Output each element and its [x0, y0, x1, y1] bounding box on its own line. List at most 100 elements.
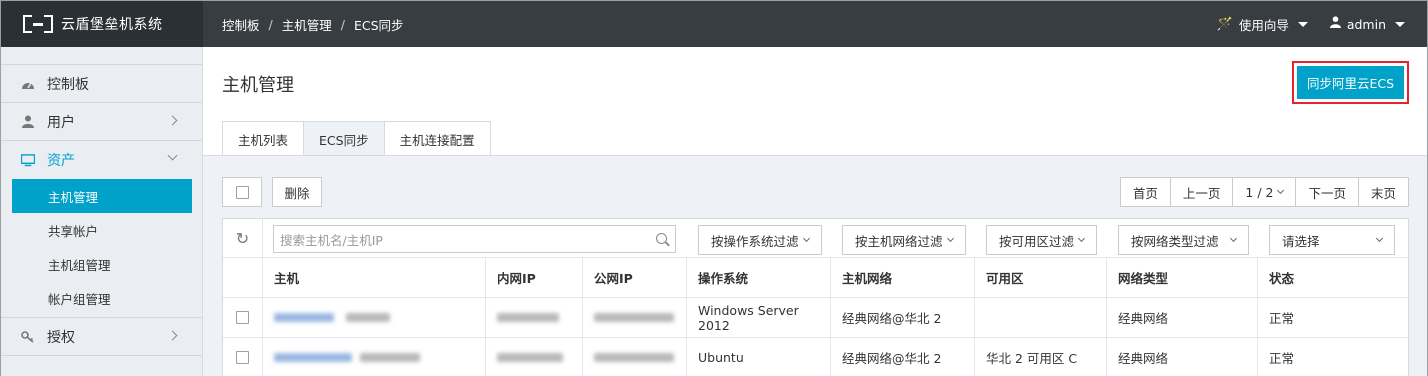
- sidebar-subitem-shared-accounts[interactable]: 共享帐户: [1, 213, 202, 247]
- breadcrumb: 控制板 / 主机管理 / ECS同步: [222, 1, 404, 47]
- sidebar-item-authorization[interactable]: 授权: [1, 318, 202, 356]
- tab-host-list[interactable]: 主机列表: [222, 121, 305, 156]
- column-header-network-type[interactable]: 网络类型: [1107, 258, 1258, 297]
- chevron-down-icon: [167, 150, 178, 161]
- host-name-cell[interactable]: [263, 338, 486, 376]
- network-type-cell: 经典网络: [1107, 298, 1258, 337]
- host-table: ↻ 搜索主机名/主机IP 按操作系统过滤 按主机网络过滤 按可用区过滤 按网络类…: [222, 218, 1409, 376]
- os-cell: Ubuntu: [687, 338, 831, 376]
- app-logo[interactable]: 云盾堡垒机系统: [1, 1, 203, 47]
- filter-network-label: 按主机网络过滤: [855, 233, 943, 249]
- filter-status-select[interactable]: 请选择: [1269, 225, 1395, 255]
- tab-bar: 主机列表 ECS同步 主机连接配置: [222, 121, 491, 156]
- os-cell: Windows Server 2012: [687, 298, 831, 337]
- chevron-down-icon: [1077, 234, 1086, 243]
- chevron-right-icon: [167, 115, 178, 126]
- sidebar-subitem-host-management[interactable]: 主机管理: [12, 179, 192, 213]
- filter-network-type-dropdown[interactable]: 按网络类型过滤: [1118, 225, 1249, 255]
- pager-first-button[interactable]: 首页: [1119, 177, 1171, 207]
- sidebar-item-assets[interactable]: 资产: [1, 141, 202, 179]
- chevron-down-icon: [946, 234, 955, 243]
- public-ip-cell: [583, 298, 687, 337]
- status-cell: 正常: [1269, 311, 1295, 326]
- zone-cell: 华北 2 可用区 C: [975, 338, 1107, 376]
- pager-page-label: 1 / 2: [1245, 184, 1274, 200]
- row-checkbox[interactable]: [236, 351, 249, 364]
- breadcrumb-item-host-management[interactable]: 主机管理: [282, 15, 332, 34]
- filter-row: ↻ 搜索主机名/主机IP 按操作系统过滤 按主机网络过滤 按可用区过滤 按网络类…: [223, 219, 1408, 258]
- tab-ecs-sync[interactable]: ECS同步: [303, 121, 385, 156]
- user-menu[interactable]: admin: [1329, 16, 1405, 32]
- network-type-cell: 经典网络: [1107, 338, 1258, 376]
- page-title: 主机管理: [222, 75, 294, 96]
- select-all-checkbox-button[interactable]: [222, 177, 262, 207]
- private-ip-cell: [486, 338, 583, 376]
- user-label: admin: [1346, 16, 1386, 32]
- column-header-host[interactable]: 主机: [263, 258, 486, 297]
- tab-content: 删除 首页 上一页 1 / 2 下一页 末页 ↻ 搜索主机名/主机IP 按操作系…: [203, 155, 1427, 376]
- column-header-public-ip[interactable]: 公网IP: [583, 258, 687, 297]
- sidebar-item-users[interactable]: 用户: [1, 103, 202, 141]
- filter-os-dropdown[interactable]: 按操作系统过滤: [698, 225, 822, 255]
- column-header-private-ip[interactable]: 内网IP: [486, 258, 583, 297]
- filter-zone-label: 按可用区过滤: [999, 233, 1075, 249]
- sidebar-item-label: 控制板: [47, 76, 89, 93]
- dashboard-icon: [21, 77, 35, 91]
- sidebar-item-label: 用户: [47, 114, 75, 131]
- status-cell: 正常: [1269, 351, 1295, 366]
- sidebar-subitem-host-groups[interactable]: 主机组管理: [1, 247, 202, 281]
- guide-menu[interactable]: 🪄 使用向导: [1217, 15, 1308, 34]
- refresh-icon[interactable]: ↻: [223, 219, 263, 257]
- magic-wand-icon: 🪄: [1216, 16, 1233, 32]
- pager-last-button[interactable]: 末页: [1357, 177, 1409, 207]
- search-icon[interactable]: [656, 233, 667, 244]
- pager-page-select[interactable]: 1 / 2: [1232, 177, 1297, 207]
- column-header-network[interactable]: 主机网络: [831, 258, 975, 297]
- table-header-row: 主机 内网IP 公网IP 操作系统 主机网络 可用区 网络类型 状态: [223, 258, 1408, 298]
- chevron-down-icon: [802, 234, 811, 243]
- checkbox[interactable]: [235, 185, 249, 199]
- sidebar-subitem-account-groups[interactable]: 帐户组管理: [1, 281, 202, 315]
- sidebar: 控制板 用户 资产 主机管理 共享帐户 主机组管理 帐户组管理 授权: [1, 47, 203, 376]
- chevron-down-icon: [1229, 234, 1238, 243]
- public-ip-cell: [583, 338, 687, 376]
- pagination: 首页 上一页 1 / 2 下一页 末页: [1119, 177, 1409, 207]
- network-cell: 经典网络@华北 2: [831, 338, 975, 376]
- breadcrumb-item-dashboard[interactable]: 控制板: [222, 15, 260, 34]
- sidebar-item-label: 授权: [47, 329, 75, 346]
- tab-host-connection-config[interactable]: 主机连接配置: [383, 121, 491, 156]
- delete-button[interactable]: 删除: [272, 177, 322, 207]
- column-header-os[interactable]: 操作系统: [687, 258, 831, 297]
- main-panel: 主机管理 同步阿里云ECS 主机列表 ECS同步 主机连接配置 删除 首页 上一…: [203, 47, 1427, 376]
- toolbar: 删除 首页 上一页 1 / 2 下一页 末页: [222, 177, 1409, 207]
- chevron-right-icon: [167, 330, 178, 341]
- user-icon: [1329, 16, 1341, 32]
- app-title: 云盾堡垒机系统: [61, 17, 163, 33]
- caret-down-icon: [1297, 21, 1308, 27]
- chevron-down-icon: [1375, 234, 1384, 243]
- pager-next-button[interactable]: 下一页: [1295, 177, 1359, 207]
- network-cell: 经典网络@华北 2: [831, 298, 975, 337]
- table-row[interactable]: Ubuntu 经典网络@华北 2 华北 2 可用区 C 经典网络 正常: [223, 338, 1408, 376]
- cloud-shield-logo-icon: [23, 15, 53, 33]
- pager-prev-button[interactable]: 上一页: [1169, 177, 1234, 207]
- filter-os-label: 按操作系统过滤: [711, 233, 799, 249]
- column-header-status[interactable]: 状态: [1258, 258, 1408, 297]
- host-name-cell[interactable]: [263, 298, 486, 337]
- filter-network-type-label: 按网络类型过滤: [1131, 233, 1219, 249]
- sync-button-label: 同步阿里云ECS: [1297, 66, 1404, 99]
- breadcrumb-separator: /: [268, 16, 273, 32]
- sync-aliyun-ecs-button[interactable]: 同步阿里云ECS: [1292, 61, 1409, 104]
- table-row[interactable]: Windows Server 2012 经典网络@华北 2 经典网络 正常: [223, 298, 1408, 338]
- row-checkbox[interactable]: [236, 311, 249, 324]
- user-icon: [21, 115, 35, 129]
- filter-network-dropdown[interactable]: 按主机网络过滤: [842, 225, 966, 255]
- guide-label: 使用向导: [1238, 17, 1289, 33]
- breadcrumb-separator: /: [340, 16, 345, 32]
- caret-down-icon: [1395, 21, 1405, 27]
- search-input[interactable]: 搜索主机名/主机IP: [273, 225, 676, 253]
- sidebar-item-dashboard[interactable]: 控制板: [1, 65, 202, 103]
- column-header-zone[interactable]: 可用区: [975, 258, 1107, 297]
- filter-zone-dropdown[interactable]: 按可用区过滤: [986, 225, 1097, 255]
- filter-status-label: 请选择: [1282, 233, 1320, 249]
